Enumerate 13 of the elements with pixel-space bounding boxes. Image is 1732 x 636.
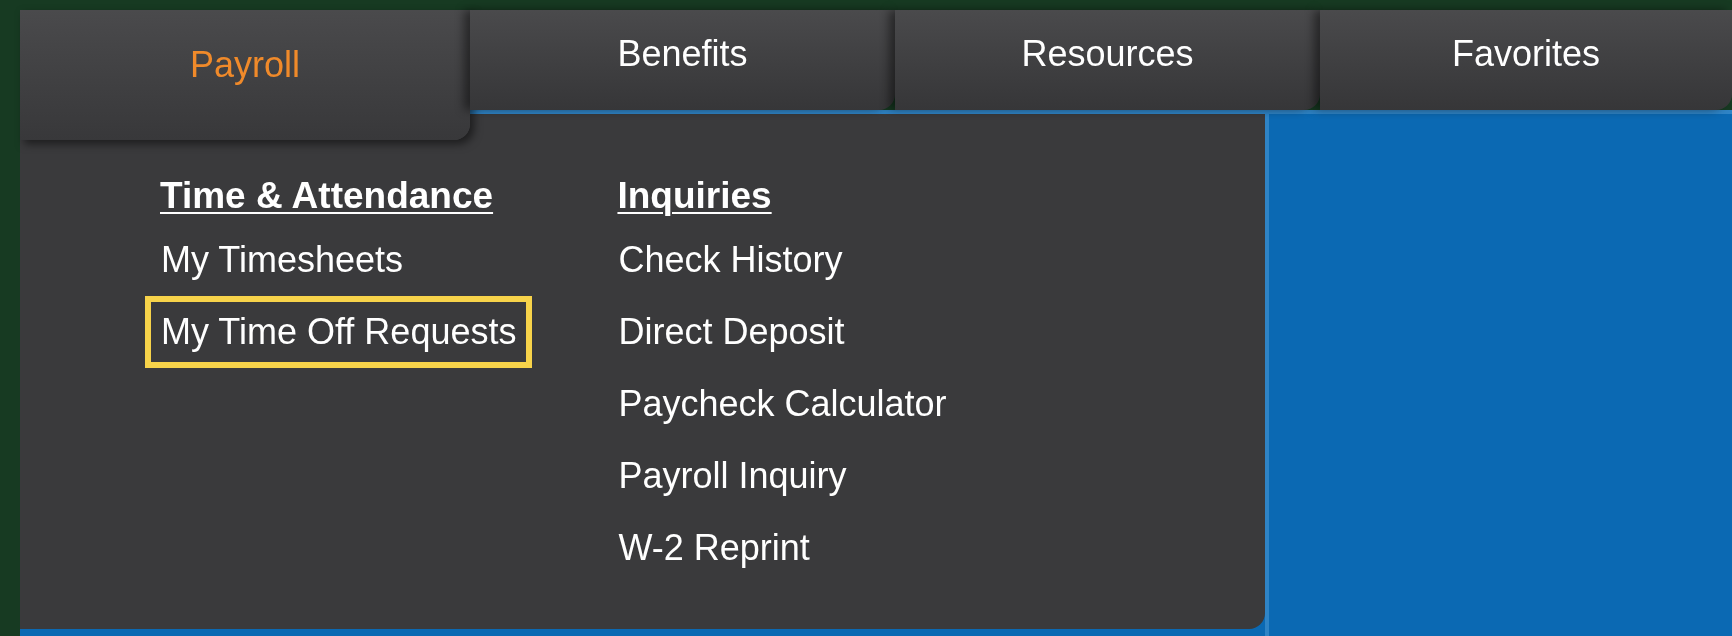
menu-link[interactable]: Paycheck Calculator — [602, 368, 963, 440]
menu-link[interactable]: My Time Off Requests — [145, 296, 533, 368]
menu-link[interactable]: W-2 Reprint — [602, 512, 826, 584]
menu-link[interactable]: Payroll Inquiry — [602, 440, 863, 512]
menu-tab[interactable]: Payroll — [20, 10, 470, 140]
menu-tab[interactable]: Favorites — [1320, 10, 1732, 110]
menu-tab[interactable]: Resources — [895, 10, 1320, 110]
menu-link[interactable]: Check History — [602, 224, 859, 296]
menu-link[interactable]: My Timesheets — [145, 224, 420, 296]
menu-link[interactable]: Direct Deposit — [602, 296, 861, 368]
menu-heading: Time & Attendance — [159, 174, 495, 218]
menu-tab[interactable]: Benefits — [470, 10, 895, 110]
menu-heading: Inquiries — [616, 174, 773, 218]
